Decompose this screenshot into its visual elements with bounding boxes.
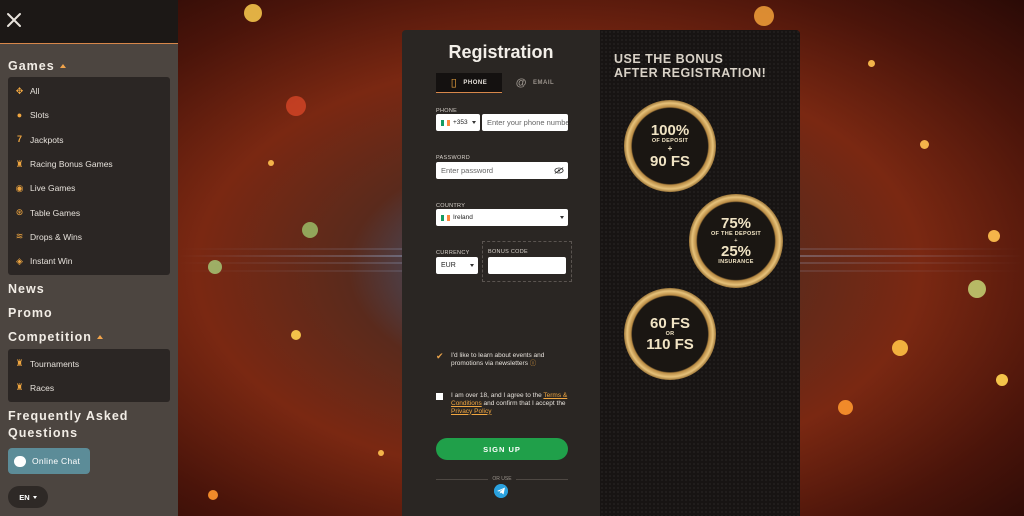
trophy-icon: ♜ [15,382,24,393]
age-terms-checkbox[interactable] [436,393,443,400]
section-faq[interactable]: Frequently Asked Questions [0,408,178,442]
sidebar-item-slots[interactable]: ● Slots [8,103,170,127]
bonus-promo-panel: USE THE BONUS AFTER REGISTRATION! 100% O… [600,30,800,516]
password-label: PASSWORD [436,155,471,161]
currency-label: CURRENCY [436,250,470,256]
caret-up-icon [96,335,103,340]
info-icon: ⓘ [529,359,537,367]
coins-icon: ≋ [15,231,24,242]
tab-email[interactable]: @ EMAIL [502,73,568,93]
bonus-medal-insurance: 75% OF THE DEPOSIT + 25% INSURANCE [689,194,783,288]
registration-form: Registration ▯ PHONE @ EMAIL PHONE +353 … [402,30,600,516]
close-icon[interactable] [6,12,22,28]
phone-icon: ▯ [450,77,458,89]
section-news[interactable]: News [0,281,178,297]
bonus-code-label: BONUS CODE [488,249,528,255]
sidebar: Games ✥ All ● Slots 7 Jackpots ♜ Racing … [0,0,178,516]
sidebar-header [0,0,178,44]
competition-group: ♜ Tournaments ♜ Races [8,349,170,402]
chevron-down-icon [32,495,37,499]
chevron-down-icon [472,121,476,124]
online-chat-button[interactable]: Online Chat [8,448,90,474]
chat-bubble-icon [14,455,26,467]
eye-hidden-icon[interactable] [554,167,564,174]
bonus-code-input[interactable] [488,257,566,274]
sidebar-item-jackpots[interactable]: 7 Jackpots [8,128,170,152]
ireland-flag-icon [441,214,450,221]
at-icon: @ [515,77,528,89]
games-group: ✥ All ● Slots 7 Jackpots ♜ Racing Bonus … [8,77,170,276]
bonus-medal-deposit: 100% OF DEPOSIT + 90 FS [624,100,716,192]
bonus-medal-free-spins: 60 FS OR 110 FS [624,288,716,380]
phone-input[interactable]: Enter your phone number [482,114,568,131]
chevron-down-icon [560,216,564,219]
sign-up-button[interactable]: SIGN UP [436,438,568,460]
promo-title: USE THE BONUS AFTER REGISTRATION! [614,52,767,81]
caret-up-icon [59,64,66,68]
form-title: Registration [448,42,554,62]
country-select[interactable]: Ireland [436,209,568,226]
chip-icon: ⊛ [15,207,24,218]
registration-modal: Registration ▯ PHONE @ EMAIL PHONE +353 … [402,30,800,516]
or-use-divider: OR USE [436,476,569,482]
privacy-policy-link[interactable]: Privacy Policy [451,408,491,415]
sidebar-item-tournaments[interactable]: ♜ Tournaments [8,351,170,375]
sidebar-item-drops-wins[interactable]: ≋ Drops & Wins [8,225,170,249]
phone-code-select[interactable]: +353 [436,114,480,131]
sidebar-item-all[interactable]: ✥ All [8,79,170,103]
live-signal-icon: ◉ [15,182,24,193]
trophy-icon: ♜ [15,358,24,369]
currency-select[interactable]: EUR [436,257,478,274]
grid-icon: ✥ [15,85,24,96]
ireland-flag-icon [441,119,450,126]
cherries-icon: ● [16,109,23,120]
trophy-icon: ♜ [15,158,24,169]
section-promo[interactable]: Promo [0,305,178,321]
sidebar-item-racing-bonus-games[interactable]: ♜ Racing Bonus Games [8,152,170,176]
chevron-down-icon [470,264,474,267]
age-terms-consent: I am over 18, and I agree to the Terms &… [436,392,576,415]
tab-phone[interactable]: ▯ PHONE [436,73,502,93]
gamepad-icon: ◈ [16,255,23,266]
sidebar-item-live-games[interactable]: ◉ Live Games [8,176,170,200]
sidebar-item-races[interactable]: ♜ Races [8,376,170,400]
telegram-icon[interactable] [494,484,508,498]
section-games[interactable]: Games [0,58,178,74]
language-selector[interactable]: EN [8,486,48,508]
newsletter-consent[interactable]: ✔ I'd like to learn about events and pro… [436,352,576,368]
sidebar-item-table-games[interactable]: ⊛ Table Games [8,200,170,224]
seven-icon: 7 [16,134,22,145]
password-input[interactable]: Enter password [436,162,568,179]
sidebar-item-instant-win[interactable]: ◈ Instant Win [8,249,170,273]
section-competition[interactable]: Competition [0,329,178,345]
checkbox-checked-icon[interactable]: ✔ [436,352,445,361]
